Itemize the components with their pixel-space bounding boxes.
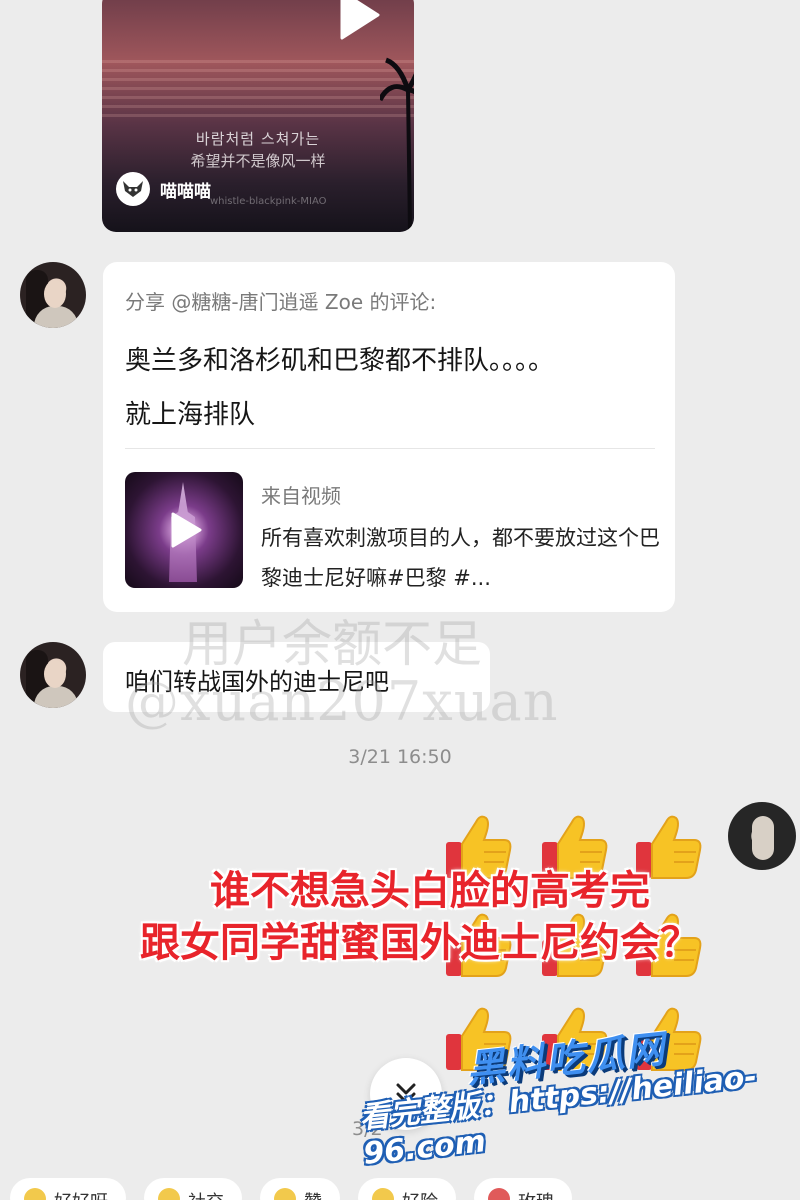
video-subtitle-korean: 바람처럼 스쳐가는 <box>195 130 321 148</box>
emoji-icon <box>24 1188 46 1200</box>
quick-reply-label: 玫瑰 <box>518 1188 554 1200</box>
overlay-watermark-line2: @xuan207xuan <box>125 670 559 733</box>
video-watermark: whistle-blackpink-MIAO <box>210 196 327 207</box>
fox-logo-icon <box>116 172 150 206</box>
play-icon <box>171 512 202 548</box>
sender-avatar[interactable] <box>20 262 86 328</box>
sea-waves <box>102 60 414 120</box>
divider <box>125 448 655 449</box>
emoji-icon <box>274 1188 296 1200</box>
quick-reply-label: 好险 <box>402 1188 438 1200</box>
play-icon[interactable] <box>338 0 382 40</box>
quick-reply-chip[interactable]: 玫瑰 <box>474 1178 572 1200</box>
quick-reply-label: 社交 <box>188 1188 224 1200</box>
source-label: 来自视频 <box>261 484 341 508</box>
caption-line-1: 谁不想急头白脸的高考完 <box>210 868 650 914</box>
video-author-name: 喵喵喵 <box>160 181 211 202</box>
share-header: 分享 @糖糖-唐门逍遥 Zoe 的评论: <box>125 290 437 314</box>
sender-avatar[interactable] <box>20 642 86 708</box>
video-author[interactable]: 喵喵喵 <box>116 172 211 206</box>
quick-reply-chip[interactable]: 赞 <box>260 1178 340 1200</box>
video-subtitle-chinese: 希望并不是像风一样 <box>190 152 326 170</box>
shared-video-card[interactable]: 바람처럼 스쳐가는 希望并不是像风一样 喵喵喵 whistle-blackpin… <box>102 0 414 232</box>
quick-reply-chip[interactable]: 好好呀 <box>10 1178 126 1200</box>
quick-reply-bar: 好好呀 社交 赞 好险 玫瑰 <box>0 1178 800 1200</box>
overlay-watermark-line1: 用户余额不足 <box>182 615 482 673</box>
emoji-icon <box>158 1188 180 1200</box>
quick-reply-chip[interactable]: 社交 <box>144 1178 242 1200</box>
source-video-description: 所有喜欢刺激项目的人，都不要放过这个巴黎迪士尼好嘛#巴黎 #... <box>261 526 660 590</box>
caption-line-2: 跟女同学甜蜜国外迪士尼约会？ <box>140 920 700 966</box>
message-timestamp: 3/21 16:50 <box>348 746 452 768</box>
emoji-icon <box>372 1188 394 1200</box>
rose-icon <box>488 1188 510 1200</box>
video-thumbnail[interactable] <box>125 472 243 588</box>
quick-reply-chip[interactable]: 好险 <box>358 1178 456 1200</box>
quick-reply-label: 好好呀 <box>54 1188 108 1200</box>
quick-reply-label: 赞 <box>304 1188 322 1200</box>
shared-comment-text: 奥兰多和洛杉矶和巴黎都不排队。。。。就上海排队 <box>125 346 555 430</box>
shared-comment-card[interactable]: 分享 @糖糖-唐门逍遥 Zoe 的评论: 奥兰多和洛杉矶和巴黎都不排队。。。。就… <box>103 262 675 612</box>
